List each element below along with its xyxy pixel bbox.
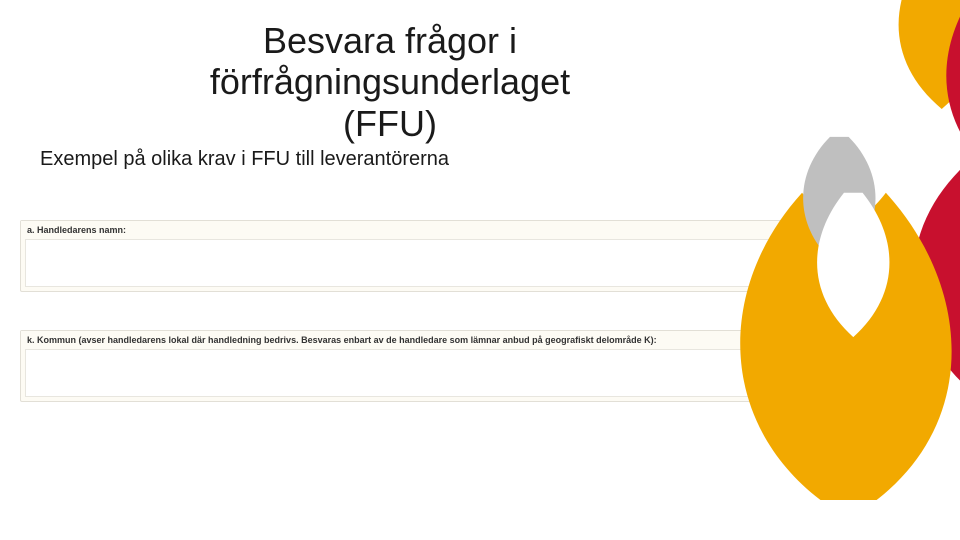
panel-a-input[interactable] [25,239,883,287]
panel-k-label: k. Kommun (avser handledarens lokal där … [27,335,657,345]
slide-subtitle: Exempel på olika krav i FFU till leveran… [40,148,449,171]
flag-icon [816,335,824,345]
panel-a-meta: Fritextsvar ? [816,224,881,236]
title-line-1: Besvara frågor i förfrågningsunderlaget [210,20,570,102]
title-line-2: (FFU) [343,103,437,144]
panel-k-meta: Fritextsvar ? [816,334,881,346]
panel-a-header: a. Handledarens namn: Fritextsvar ? [21,221,887,239]
panel-k-header: k. Kommun (avser handledarens lokal där … [21,331,887,349]
panel-k-input[interactable] [25,349,883,397]
info-icon[interactable]: ? [869,334,881,346]
panel-a-badge: Fritextsvar [828,226,865,235]
slide-title: Besvara frågor i förfrågningsunderlaget … [90,20,690,144]
panel-k-badge: Fritextsvar [828,336,865,345]
flag-icon [816,225,824,235]
form-panel-k: k. Kommun (avser handledarens lokal där … [20,330,888,402]
form-panel-a: a. Handledarens namn: Fritextsvar ? [20,220,888,292]
info-icon[interactable]: ? [869,224,881,236]
panel-a-label: a. Handledarens namn: [27,225,126,235]
